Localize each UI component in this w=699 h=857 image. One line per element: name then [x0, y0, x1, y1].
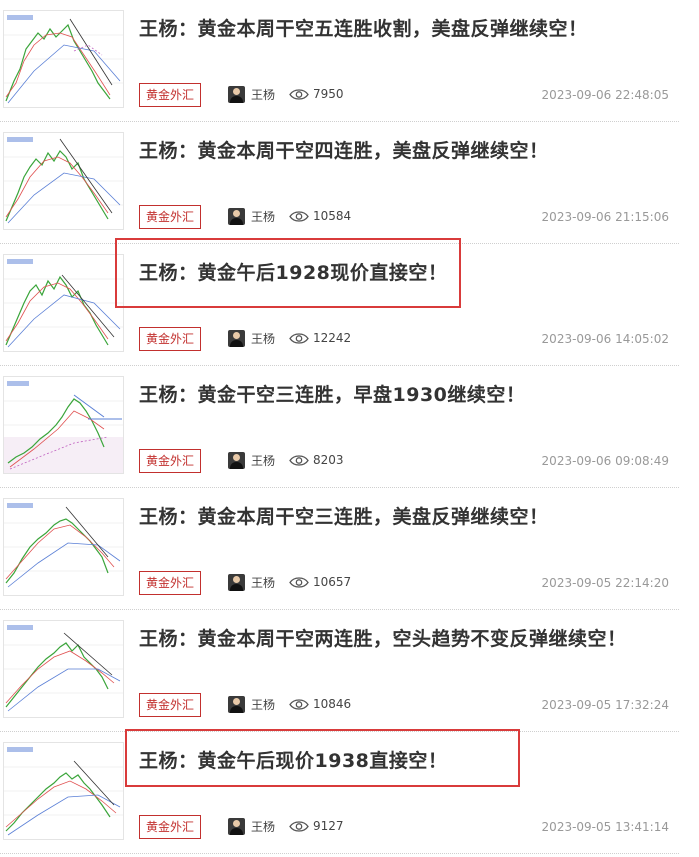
publish-date: 2023-09-05 22:14:20 — [541, 576, 669, 590]
author-avatar[interactable] — [228, 696, 245, 713]
author-name[interactable]: 王杨 — [251, 696, 275, 713]
highlight-box — [125, 729, 520, 787]
eye-icon — [289, 211, 309, 222]
article-title[interactable]: 王杨：黄金本周干空四连胜，美盘反弹继续空！ — [139, 136, 549, 163]
view-count: 12242 — [313, 331, 352, 345]
article-thumbnail[interactable] — [3, 254, 124, 352]
article-thumbnail[interactable] — [3, 376, 124, 474]
author-name[interactable]: 王杨 — [251, 818, 275, 835]
publish-date: 2023-09-06 14:05:02 — [541, 332, 669, 346]
view-count: 10846 — [313, 697, 352, 711]
category-tag[interactable]: 黄金外汇 — [139, 449, 202, 473]
category-tag[interactable]: 黄金外汇 — [139, 83, 202, 107]
article-title[interactable]: 王杨：黄金本周干空三连胜，美盘反弹继续空！ — [139, 502, 549, 529]
article-title[interactable]: 王杨：黄金干空三连胜，早盘1930继续空！ — [139, 380, 525, 407]
author-name[interactable]: 王杨 — [251, 574, 275, 591]
publish-date: 2023-09-05 17:32:24 — [541, 698, 669, 712]
eye-icon — [289, 821, 309, 832]
view-count: 7950 — [313, 87, 344, 101]
publish-date: 2023-09-05 13:41:14 — [541, 820, 669, 834]
author-avatar[interactable] — [228, 330, 245, 347]
category-tag[interactable]: 黄金外汇 — [139, 693, 202, 717]
publish-date: 2023-09-06 09:08:49 — [541, 454, 669, 468]
publish-date: 2023-09-06 22:48:05 — [541, 88, 669, 102]
author-avatar[interactable] — [228, 452, 245, 469]
article-thumbnail[interactable] — [3, 132, 124, 230]
eye-icon — [289, 333, 309, 344]
article-thumbnail[interactable] — [3, 10, 124, 108]
category-tag[interactable]: 黄金外汇 — [139, 205, 202, 229]
view-count: 9127 — [313, 819, 344, 833]
article-item[interactable]: 王杨：黄金干空三连胜，早盘1930继续空！ 黄金外汇 王杨 8203 2023-… — [0, 366, 679, 488]
eye-icon — [289, 577, 309, 588]
publish-date: 2023-09-06 21:15:06 — [541, 210, 669, 224]
article-title[interactable]: 王杨：黄金本周干空五连胜收割，美盘反弹继续空！ — [139, 14, 588, 41]
divider — [0, 853, 679, 854]
eye-icon — [289, 699, 309, 710]
author-avatar[interactable] — [228, 574, 245, 591]
author-avatar[interactable] — [228, 208, 245, 225]
category-tag[interactable]: 黄金外汇 — [139, 571, 202, 595]
category-tag[interactable]: 黄金外汇 — [139, 815, 202, 839]
eye-icon — [289, 455, 309, 466]
author-name[interactable]: 王杨 — [251, 208, 275, 225]
article-item[interactable]: 王杨：黄金本周干空五连胜收割，美盘反弹继续空！ 黄金外汇 王杨 7950 202… — [0, 0, 679, 122]
highlight-box — [115, 238, 461, 308]
view-count: 10584 — [313, 209, 352, 223]
article-item[interactable]: 王杨：黄金本周干空四连胜，美盘反弹继续空！ 黄金外汇 王杨 10584 2023… — [0, 122, 679, 244]
article-item[interactable]: 王杨：黄金本周干空三连胜，美盘反弹继续空！ 黄金外汇 王杨 10657 2023… — [0, 488, 679, 610]
article-thumbnail[interactable] — [3, 742, 124, 840]
article-thumbnail[interactable] — [3, 498, 124, 596]
article-item[interactable]: 王杨：黄金本周干空两连胜，空头趋势不变反弹继续空！ 黄金外汇 王杨 10846 … — [0, 610, 679, 732]
article-thumbnail[interactable] — [3, 620, 124, 718]
author-avatar[interactable] — [228, 86, 245, 103]
view-count: 8203 — [313, 453, 344, 467]
author-name[interactable]: 王杨 — [251, 330, 275, 347]
view-count: 10657 — [313, 575, 352, 589]
author-name[interactable]: 王杨 — [251, 86, 275, 103]
author-avatar[interactable] — [228, 818, 245, 835]
eye-icon — [289, 89, 309, 100]
category-tag[interactable]: 黄金外汇 — [139, 327, 202, 351]
author-name[interactable]: 王杨 — [251, 452, 275, 469]
article-title[interactable]: 王杨：黄金本周干空两连胜，空头趋势不变反弹继续空！ — [139, 624, 627, 651]
